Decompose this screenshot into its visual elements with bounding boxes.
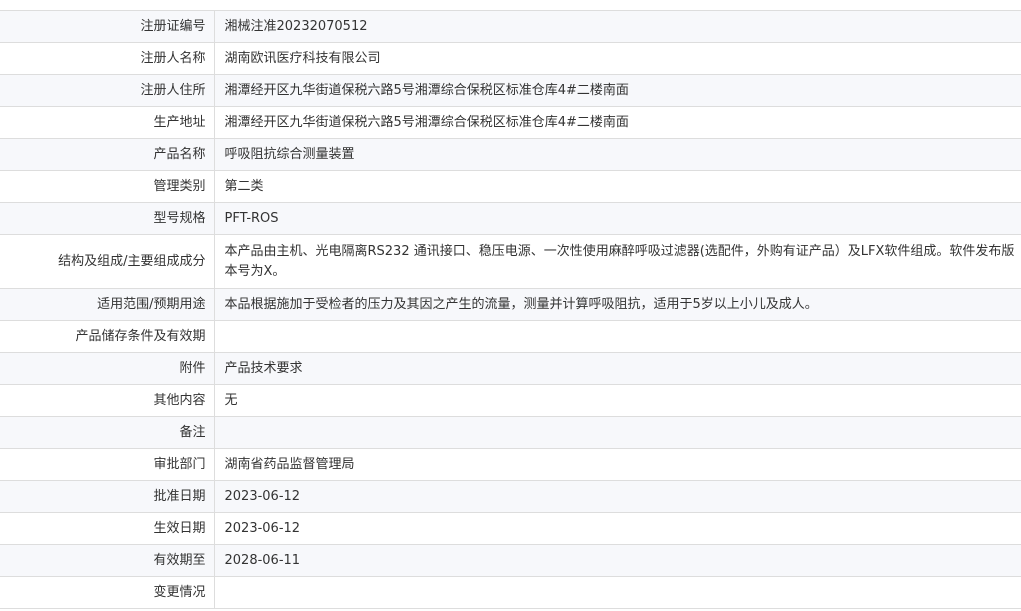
row-label: 管理类别 [0,170,215,203]
row-value [214,576,1021,609]
row-label: 注册人名称 [0,42,215,75]
row-expiry-date: 有效期至 2028-06-11 [0,544,1021,577]
row-change-history: 变更情况 [0,576,1021,609]
row-product-name: 产品名称 呼吸阻抗综合测量装置 [0,138,1021,171]
row-label: 注册人住所 [0,74,215,107]
row-attachment: 附件 产品技术要求 [0,352,1021,385]
row-label: 有效期至 [0,544,215,577]
row-value: 2023-06-12 [214,512,1021,545]
row-label: 适用范围/预期用途 [0,288,215,321]
row-registrant-name: 注册人名称 湖南欧讯医疗科技有限公司 [0,42,1021,75]
row-label: 结构及组成/主要组成成分 [0,234,215,289]
row-value: 无 [214,384,1021,417]
row-value: 产品技术要求 [214,352,1021,385]
row-label: 变更情况 [0,576,215,609]
row-approval-department: 审批部门 湖南省药品监督管理局 [0,448,1021,481]
row-approval-date: 批准日期 2023-06-12 [0,480,1021,513]
row-value: 本品根据施加于受检者的压力及其因之产生的流量，测量并计算呼吸阻抗，适用于5岁以上… [214,288,1021,321]
row-label: 注册证编号 [0,10,215,43]
row-value: 湘械注准20232070512 [214,10,1021,43]
row-model-spec: 型号规格 PFT-ROS [0,202,1021,235]
row-value: PFT-ROS [214,202,1021,235]
row-value: 2028-06-11 [214,544,1021,577]
row-intended-use: 适用范围/预期用途 本品根据施加于受检者的压力及其因之产生的流量，测量并计算呼吸… [0,288,1021,321]
row-label: 产品名称 [0,138,215,171]
row-storage-conditions: 产品储存条件及有效期 [0,320,1021,353]
row-effective-date: 生效日期 2023-06-12 [0,512,1021,545]
row-label: 生效日期 [0,512,215,545]
row-value: 湘潭经开区九华街道保税六路5号湘潭综合保税区标准仓库4#二楼南面 [214,106,1021,139]
row-value: 本产品由主机、光电隔离RS232 通讯接口、稳压电源、一次性使用麻醉呼吸过滤器(… [214,234,1021,289]
row-label: 审批部门 [0,448,215,481]
row-remarks: 备注 [0,416,1021,449]
row-value: 2023-06-12 [214,480,1021,513]
row-registration-number: 注册证编号 湘械注准20232070512 [0,10,1021,43]
row-management-category: 管理类别 第二类 [0,170,1021,203]
row-label: 产品储存条件及有效期 [0,320,215,353]
row-registrant-address: 注册人住所 湘潭经开区九华街道保税六路5号湘潭综合保税区标准仓库4#二楼南面 [0,74,1021,107]
row-structure-composition: 结构及组成/主要组成成分 本产品由主机、光电隔离RS232 通讯接口、稳压电源、… [0,234,1021,289]
row-label: 其他内容 [0,384,215,417]
row-value [214,416,1021,449]
row-value: 第二类 [214,170,1021,203]
row-label: 备注 [0,416,215,449]
row-label: 生产地址 [0,106,215,139]
row-value: 呼吸阻抗综合测量装置 [214,138,1021,171]
row-label: 型号规格 [0,202,215,235]
registration-detail-table: 注册证编号 湘械注准20232070512 注册人名称 湖南欧讯医疗科技有限公司… [0,10,1021,609]
row-other-content: 其他内容 无 [0,384,1021,417]
row-value: 湘潭经开区九华街道保税六路5号湘潭综合保税区标准仓库4#二楼南面 [214,74,1021,107]
row-production-address: 生产地址 湘潭经开区九华街道保税六路5号湘潭综合保税区标准仓库4#二楼南面 [0,106,1021,139]
row-value: 湖南省药品监督管理局 [214,448,1021,481]
row-value [214,320,1021,353]
row-value: 湖南欧讯医疗科技有限公司 [214,42,1021,75]
row-label: 批准日期 [0,480,215,513]
row-label: 附件 [0,352,215,385]
